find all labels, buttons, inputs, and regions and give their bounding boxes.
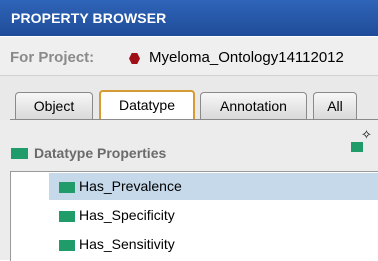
panel-title: PROPERTY BROWSER (11, 10, 167, 26)
property-list: Has_Prevalence Has_Specificity Has_Sensi… (10, 171, 378, 261)
datatype-property-icon (59, 240, 75, 251)
ontology-icon (129, 53, 140, 64)
property-label: Has_Sensitivity (79, 236, 175, 252)
add-datatype-property-icon[interactable] (351, 142, 363, 152)
property-row-has-prevalence[interactable]: Has_Prevalence (49, 173, 378, 200)
title-bar: PROPERTY BROWSER (0, 0, 378, 36)
tab-datatype[interactable]: Datatype (99, 90, 195, 120)
datatype-property-icon (59, 182, 75, 193)
property-row-has-sensitivity[interactable]: Has_Sensitivity (49, 231, 378, 258)
tab-all[interactable]: All (313, 92, 357, 119)
tab-object[interactable]: Object (15, 92, 93, 119)
project-name: Myeloma_Ontology14112012 (149, 49, 344, 66)
new-star-icon: ✧ (361, 127, 372, 142)
project-label: For Project: (10, 49, 95, 66)
property-label: Has_Specificity (79, 207, 175, 223)
tab-annotation[interactable]: Annotation (200, 92, 307, 119)
property-label: Has_Prevalence (79, 178, 182, 194)
property-row-has-specificity[interactable]: Has_Specificity (49, 202, 378, 229)
project-row: For Project: Myeloma_Ontology14112012 (0, 37, 378, 76)
section-title: Datatype Properties (34, 145, 167, 161)
datatype-property-icon (59, 211, 75, 222)
datatype-property-icon (11, 148, 28, 159)
